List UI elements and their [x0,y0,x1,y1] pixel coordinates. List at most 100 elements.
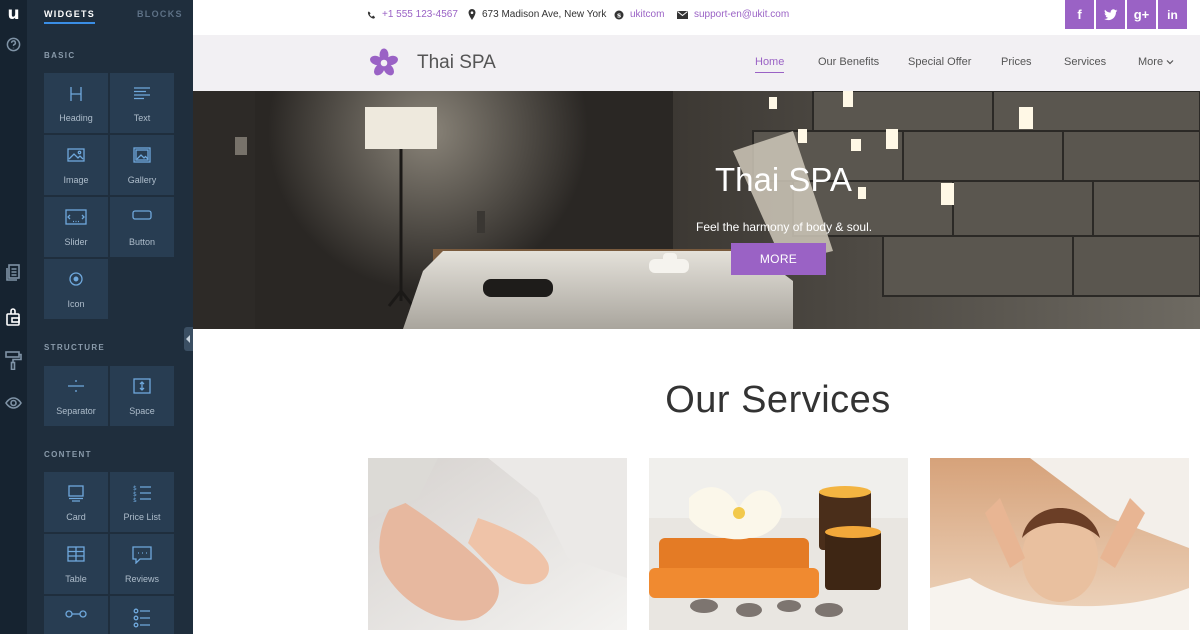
skype-icon: s [614,10,624,19]
price-list-icon: $ $ $ [110,484,174,504]
services-section-title: Our Services [665,379,891,421]
table-icon [44,546,108,566]
google-plus-icon: g+ [1133,7,1150,22]
widget-list[interactable] [110,596,174,634]
panel-tabs: WIDGETS BLOCKS [27,9,193,29]
space-icon [110,378,174,398]
brand-name[interactable]: Thai SPA [417,52,496,74]
widgets-panel: WIDGETS BLOCKS BASIC Heading Text Image [27,0,193,634]
contact-email[interactable]: support-en@ukit.com [677,9,789,20]
widget-image-label: Image [63,175,89,185]
widget-gallery-label: Gallery [127,175,157,185]
widget-card[interactable]: Card [44,472,108,532]
widget-reviews[interactable]: Reviews [110,534,174,594]
widget-progress[interactable] [44,596,108,634]
google-plus-button[interactable]: g+ [1127,0,1156,29]
phone-text: +1 555 123-4567 [382,9,458,20]
pages-icon[interactable] [0,264,27,281]
site-navbar: Thai SPA Home Our Benefits Special Offer… [193,35,1200,91]
reviews-icon [110,546,174,566]
nav-prices[interactable]: Prices [1001,56,1032,68]
widget-icon-label: Icon [67,299,85,309]
widget-button-label: Button [128,237,156,247]
phone-icon [367,10,376,19]
tab-blocks[interactable]: BLOCKS [137,9,183,19]
service-card-hand-massage[interactable] [368,458,627,630]
section-content-label: CONTENT [44,450,92,459]
tab-widgets[interactable]: WIDGETS [44,9,96,24]
widget-space[interactable]: Space [110,366,174,426]
widget-image[interactable]: Image [44,135,108,195]
twitter-icon [1103,8,1117,20]
map-pin-icon [468,9,476,20]
contact-address: 673 Madison Ave, New York [468,9,606,20]
email-text: support-en@ukit.com [694,9,790,20]
widget-text[interactable]: Text [110,73,174,133]
widget-reviews-label: Reviews [124,574,159,584]
address-text: 673 Madison Ave, New York [482,9,607,20]
text-icon [110,85,174,105]
design-roller-icon[interactable] [0,351,27,370]
widget-separator-label: Separator [56,406,96,416]
widget-heading[interactable]: Heading [44,73,108,133]
hero-spa-room-image [193,91,1200,329]
card-icon [44,484,108,504]
hero-more-button[interactable]: MORE [731,243,826,275]
section-basic-label: BASIC [44,51,76,60]
separator-icon [44,378,108,398]
hero-subtitle: Feel the harmony of body & soul. [696,220,873,234]
widget-price-list[interactable]: $ $ $ Price List [110,472,174,532]
preview-eye-icon[interactable] [0,396,27,410]
image-icon [44,147,108,167]
service-card-aromatherapy[interactable] [649,458,908,630]
widget-space-label: Space [129,406,155,416]
aromatherapy-photo [649,458,908,630]
twitter-button[interactable] [1096,0,1125,29]
nav-special-offer[interactable]: Special Offer [908,56,971,68]
panel-collapse-handle[interactable] [184,327,193,351]
heading-icon [44,85,108,105]
widget-icon[interactable]: Icon [44,259,108,319]
ukit-logo[interactable]: u [0,4,27,24]
gallery-icon [110,147,174,167]
envelope-icon [677,10,688,19]
widget-gallery[interactable]: Gallery [110,135,174,195]
chevron-down-icon [1166,60,1174,65]
widget-slider-label: Slider [64,237,88,247]
facebook-icon: f [1077,7,1082,22]
icon-widget-icon [44,271,108,291]
widget-price-list-label: Price List [123,512,161,522]
list-icon [110,608,174,628]
widget-separator[interactable]: Separator [44,366,108,426]
widget-button[interactable]: Button [110,197,174,257]
widgets-icon[interactable] [0,307,27,326]
widget-table-label: Table [65,574,87,584]
svg-text:$: $ [133,497,137,502]
help-icon[interactable] [0,37,27,52]
linkedin-button[interactable]: in [1158,0,1187,29]
widget-slider[interactable]: Slider [44,197,108,257]
section-structure-label: STRUCTURE [44,343,106,352]
contact-phone[interactable]: +1 555 123-4567 [367,9,458,20]
hero-title: Thai SPA [715,161,852,198]
nav-more-label: More [1138,56,1164,68]
editor-icon-rail: u [0,0,27,634]
widget-text-label: Text [133,113,151,123]
widget-heading-label: Heading [59,113,93,123]
nav-our-benefits[interactable]: Our Benefits [818,56,879,68]
widget-table[interactable]: Table [44,534,108,594]
reiki-treatment-photo [930,458,1189,630]
facebook-button[interactable]: f [1065,0,1094,29]
widget-card-label: Card [66,512,86,522]
nav-services[interactable]: Services [1064,56,1106,68]
slider-icon [44,209,108,229]
contact-skype[interactable]: s ukitcom [614,9,664,20]
lotus-logo-icon[interactable] [369,48,399,78]
nav-more[interactable]: More [1138,56,1174,68]
nav-home[interactable]: Home [755,56,785,73]
site-canvas: +1 555 123-4567 673 Madison Ave, New Yor… [193,0,1200,634]
button-icon [110,209,174,229]
hero-section: Thai SPA Feel the harmony of body & soul… [193,91,1200,329]
service-card-reiki[interactable] [930,458,1189,630]
linkedin-icon: in [1167,7,1178,22]
